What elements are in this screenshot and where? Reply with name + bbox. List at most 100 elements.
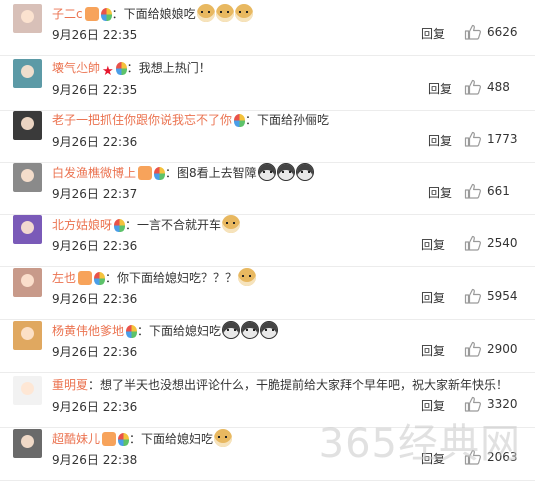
star-badge-icon[interactable]: ★ (102, 65, 114, 79)
colon-separator: ： (245, 113, 258, 127)
reply-button[interactable]: 回复 (428, 184, 452, 201)
like-button[interactable]: 2900 (464, 340, 518, 358)
comment-row: 超酷妹儿 ：下面给媳妇吃 9月26日 22:38 回复 2063 (0, 425, 535, 481)
like-button[interactable]: 2063 (464, 448, 518, 466)
colon-separator: ： (137, 324, 150, 338)
like-button[interactable]: 3320 (464, 395, 518, 413)
like-button[interactable]: 5954 (464, 287, 518, 305)
doge-emoji-icon (196, 4, 215, 22)
reply-button[interactable]: 回复 (428, 132, 452, 149)
vip-badge-icon[interactable] (84, 7, 99, 21)
username-link[interactable]: 北方姑娘呀 (52, 218, 112, 232)
bulb-badge-icon[interactable] (154, 167, 166, 180)
username-link[interactable]: 杨黄伟他爹地 (52, 324, 124, 338)
user-avatar[interactable] (13, 4, 42, 33)
thumbs-up-icon (464, 449, 481, 465)
husky-emoji-icon (257, 163, 276, 181)
user-avatar[interactable] (13, 215, 42, 244)
like-button[interactable]: 488 (464, 78, 510, 96)
avatar-face (21, 221, 34, 234)
doge-emoji-icon (222, 215, 241, 233)
colon-separator: ： (125, 218, 138, 232)
comment-text: 想了半天也没想出评论什么，干脆提前给大家拜个早年吧，祝大家新年快乐！ (100, 378, 509, 392)
comment-text: 你下面给媳妇吃？？？ (117, 271, 238, 285)
thumbs-up-icon (464, 235, 481, 251)
bulb-badge-icon[interactable] (115, 62, 127, 75)
user-avatar[interactable] (13, 59, 42, 88)
comment-text: 我想上热门！ (138, 61, 211, 75)
doge-emoji-icon (234, 4, 253, 22)
like-count: 2540 (487, 236, 518, 250)
comment-line: 超酷妹儿 ：下面给媳妇吃 (52, 429, 529, 447)
comment-timestamp: 9月26日 22:36 (52, 239, 138, 253)
doge-emoji-icon (238, 268, 257, 286)
comment-line: 壊气尐帥 ★ ：我想上热门！ (52, 59, 529, 79)
username-link[interactable]: 老子一把抓住你跟你说我忘不了你 (52, 113, 232, 127)
husky-emoji-icon (260, 321, 279, 339)
reply-button[interactable]: 回复 (421, 289, 445, 306)
bulb-badge-icon[interactable] (126, 325, 138, 338)
comment-row: 北方姑娘呀 ：一言不合就开车 9月26日 22:36 回复 2540 (0, 211, 535, 267)
user-avatar[interactable] (13, 321, 42, 350)
reply-button[interactable]: 回复 (421, 25, 445, 42)
comment-timestamp: 9月26日 22:35 (52, 28, 138, 42)
avatar-face (21, 10, 34, 23)
comment-row: 子二c ：下面给娘娘吃 9月26日 22:35 回复 6626 (0, 0, 535, 56)
like-button[interactable]: 1773 (464, 130, 518, 148)
bulb-badge-icon[interactable] (234, 114, 246, 127)
bulb-badge-icon[interactable] (94, 272, 106, 285)
comment-timestamp: 9月26日 22:35 (52, 83, 138, 97)
comment-row: 重明夏：想了半天也没想出评论什么，干脆提前给大家拜个早年吧，祝大家新年快乐！ 9月… (0, 372, 535, 428)
reply-button[interactable]: 回复 (421, 450, 445, 467)
comment-line: 老子一把抓住你跟你说我忘不了你 ：下面给孙俪吃 (52, 111, 529, 129)
comment-text: 下面给孙俪吃 (257, 113, 330, 127)
like-button[interactable]: 6626 (464, 23, 518, 41)
vip-badge-icon[interactable] (78, 271, 93, 285)
vip-badge-icon[interactable] (102, 432, 117, 446)
like-count: 2063 (487, 450, 518, 464)
comment-text: 下面给媳妇吃 (141, 432, 214, 446)
like-button[interactable]: 661 (464, 182, 510, 200)
like-button[interactable]: 2540 (464, 234, 518, 252)
user-avatar[interactable] (13, 111, 42, 140)
avatar-face (21, 117, 34, 130)
user-avatar[interactable] (13, 376, 42, 405)
thumbs-up-icon (464, 131, 481, 147)
thumbs-up-icon (464, 24, 481, 40)
username-link[interactable]: 壊气尐帥 (52, 61, 100, 75)
vip-badge-icon[interactable] (138, 166, 153, 180)
thumbs-up-icon (464, 341, 481, 357)
user-avatar[interactable] (13, 163, 42, 192)
comment-line: 重明夏：想了半天也没想出评论什么，干脆提前给大家拜个早年吧，祝大家新年快乐！ (52, 376, 529, 394)
username-link[interactable]: 左也 (52, 271, 76, 285)
like-count: 3320 (487, 397, 518, 411)
like-count: 6626 (487, 25, 518, 39)
reply-button[interactable]: 回复 (421, 397, 445, 414)
reply-button[interactable]: 回复 (428, 80, 452, 97)
bulb-badge-icon[interactable] (100, 8, 112, 21)
comment-line: 左也 ：你下面给媳妇吃？？？ (52, 268, 529, 286)
comment-row: 老子一把抓住你跟你说我忘不了你 ：下面给孙俪吃 9月26日 22:36 回复 1773 (0, 107, 535, 163)
user-avatar[interactable] (13, 429, 42, 458)
reply-button[interactable]: 回复 (421, 236, 445, 253)
reply-button[interactable]: 回复 (421, 342, 445, 359)
bulb-badge-icon[interactable] (118, 433, 130, 446)
thumbs-up-icon (464, 288, 481, 304)
bulb-badge-icon[interactable] (114, 219, 126, 232)
comment-line: 北方姑娘呀 ：一言不合就开车 (52, 215, 529, 233)
username-link[interactable]: 重明夏 (52, 378, 88, 392)
user-avatar[interactable] (13, 268, 42, 297)
username-link[interactable]: 白发渔樵微博上 (52, 166, 136, 180)
comment-timestamp: 9月26日 22:36 (52, 400, 138, 414)
colon-separator: ： (105, 271, 118, 285)
username-link[interactable]: 超酷妹儿 (52, 432, 100, 446)
comment-line: 子二c ：下面给娘娘吃 (52, 4, 529, 22)
avatar-face (21, 382, 34, 395)
username-link[interactable]: 子二c (52, 7, 83, 21)
like-count: 661 (487, 184, 510, 198)
avatar-face (21, 65, 34, 78)
colon-separator: ： (129, 432, 142, 446)
comment-row: 壊气尐帥 ★ ：我想上热门！ 9月26日 22:35 回复 488 (0, 55, 535, 111)
comment-text: 图8看上去智障 (177, 166, 257, 180)
comment-timestamp: 9月26日 22:36 (52, 135, 138, 149)
